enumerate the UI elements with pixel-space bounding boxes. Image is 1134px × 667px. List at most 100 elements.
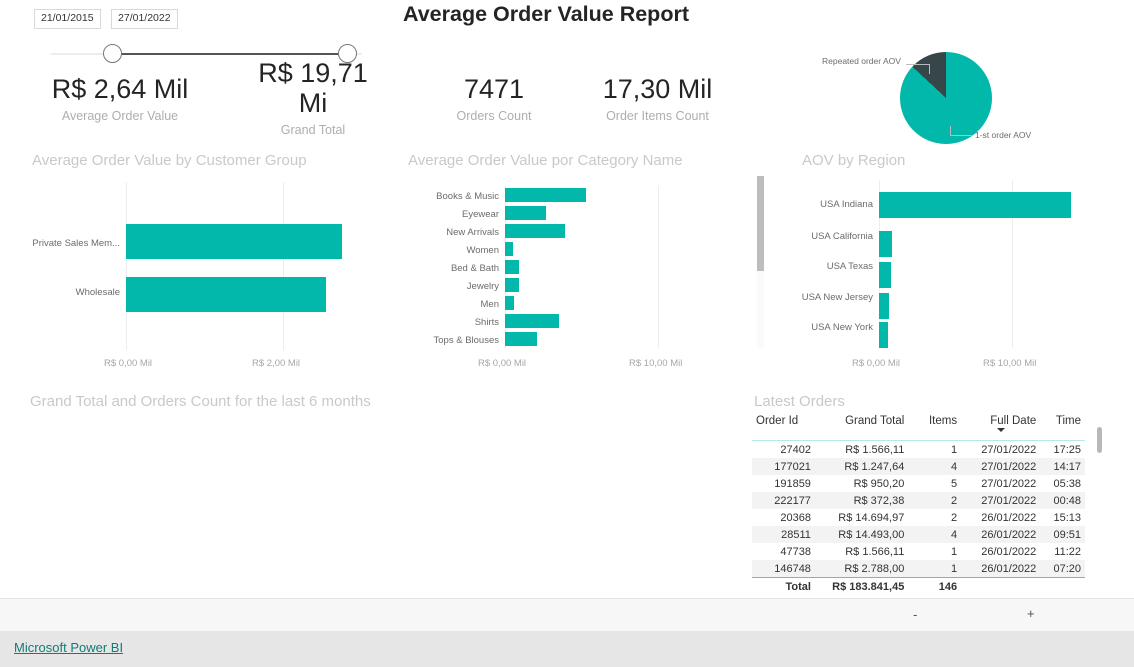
category-label-women: Women — [466, 245, 499, 256]
category-label-usa-texas: USA Texas — [826, 261, 873, 272]
axis-tick-category-0: R$ 0,00 Mil — [478, 358, 527, 369]
bar-eyewear[interactable] — [505, 206, 546, 220]
cell-order-id: 146748 — [774, 562, 811, 575]
table-title-latest-orders: Latest Orders — [754, 393, 845, 410]
chart-aov-by-customer-group[interactable]: Average Order Value by Customer Group — [32, 152, 392, 169]
kpi-card-average-order-value: R$ 2,64 Mil Average Order Value — [36, 74, 204, 123]
zoom-out-button[interactable]: - — [913, 607, 917, 622]
page-title: Average Order Value Report — [403, 2, 689, 26]
cell-full-date: 27/01/2022 — [981, 494, 1037, 507]
kpi-card-grand-total: R$ 19,71 Mi Grand Total — [258, 58, 368, 137]
column-header-time[interactable]: Time — [1040, 413, 1085, 441]
kpi-label: Order Items Count — [606, 109, 709, 124]
chart-aov-by-region[interactable]: AOV by Region — [802, 152, 1052, 169]
table-row[interactable]: 222177 R$ 372,38 2 27/01/2022 00:48 — [752, 492, 1085, 509]
slider-handle-start[interactable] — [103, 43, 122, 63]
category-label-jewelry: Jewelry — [466, 281, 499, 292]
category-label-wholesale: Wholesale — [75, 287, 120, 298]
table-row[interactable]: 20368 R$ 14.694,97 2 26/01/2022 15:13 — [752, 509, 1085, 526]
chart-plot-region — [879, 180, 1079, 348]
cell-full-date: 26/01/2022 — [981, 562, 1037, 575]
axis-tick-customer-group-1: R$ 2,00 Mil — [252, 358, 301, 369]
gridline-1 — [283, 182, 284, 350]
category-label-usa-california: USA California — [811, 231, 873, 242]
cell-items: 5 — [950, 477, 958, 490]
cell-time: 15:13 — [1053, 511, 1081, 524]
table-row[interactable]: 27402 R$ 1.566,11 1 27/01/2022 17:25 — [752, 441, 1085, 459]
table-row[interactable]: 191859 R$ 950,20 5 27/01/2022 05:38 — [752, 475, 1085, 492]
pie-leader-line-repeated — [906, 64, 930, 65]
cell-time: 14:17 — [1053, 460, 1081, 473]
category-label-private-sales-members: Private Sales Mem... — [32, 238, 120, 249]
cell-grand-total: R$ 1.247,64 — [844, 460, 905, 473]
total-items: 146 — [908, 577, 962, 596]
cell-time: 17:25 — [1053, 443, 1081, 456]
table-scrollbar[interactable] — [1097, 427, 1102, 577]
total-time — [1040, 577, 1085, 596]
latest-orders-table[interactable]: Order Id Grand Total Items Full Date Tim… — [752, 413, 1102, 596]
table-row[interactable]: 146748 R$ 2.788,00 1 26/01/2022 07:20 — [752, 560, 1085, 578]
bar-usa-texas[interactable] — [879, 262, 891, 288]
column-header-order-id[interactable]: Order Id — [752, 413, 815, 441]
microsoft-power-bi-link[interactable]: Microsoft Power BI — [14, 640, 123, 655]
bar-usa-california[interactable] — [879, 231, 892, 257]
bar-usa-new-jersey[interactable] — [879, 293, 889, 319]
cell-order-id: 222177 — [774, 494, 811, 507]
cell-grand-total: R$ 950,20 — [853, 477, 905, 490]
cell-grand-total: R$ 14.694,97 — [838, 511, 905, 524]
axis-tick-region-1: R$ 10,00 Mil — [983, 358, 1037, 369]
slicer-end-date-input[interactable]: 27/01/2022 — [111, 9, 178, 29]
date-range-slicer[interactable]: 21/01/2015 27/01/2022 — [34, 8, 364, 63]
bar-jewelry[interactable] — [505, 278, 519, 292]
table-row[interactable]: 47738 R$ 1.566,11 1 26/01/2022 11:22 — [752, 543, 1085, 560]
table-scrollbar-thumb[interactable] — [1097, 427, 1102, 453]
column-header-items[interactable]: Items — [908, 413, 962, 441]
pie-leader-line-first — [950, 135, 973, 136]
cell-items: 4 — [950, 460, 958, 473]
chart-plot-customer-group — [126, 182, 374, 350]
chart-title-grand-total-orders-count: Grand Total and Orders Count for the las… — [30, 393, 371, 410]
axis-tick-customer-group-0: R$ 0,00 Mil — [104, 358, 153, 369]
cell-grand-total: R$ 1.566,11 — [845, 443, 905, 456]
bar-wholesale[interactable] — [126, 277, 326, 312]
bar-books-and-music[interactable] — [505, 188, 586, 202]
table-row[interactable]: 28511 R$ 14.493,00 4 26/01/2022 09:51 — [752, 526, 1085, 543]
bar-women[interactable] — [505, 242, 513, 256]
bar-shirts[interactable] — [505, 314, 559, 328]
column-header-full-date[interactable]: Full Date — [961, 413, 1041, 441]
bar-usa-indiana[interactable] — [879, 192, 1071, 218]
status-bar: - + 84% — [0, 598, 1134, 631]
zoom-in-button[interactable]: + — [1027, 606, 1035, 621]
cell-full-date: 26/01/2022 — [981, 545, 1037, 558]
bar-men[interactable] — [505, 296, 514, 310]
kpi-value: R$ 19,71 Mi — [258, 58, 368, 119]
cell-full-date: 27/01/2022 — [981, 443, 1037, 456]
bar-tops-and-blouses[interactable] — [505, 332, 537, 346]
slicer-start-date-input[interactable]: 21/01/2015 — [34, 9, 101, 29]
total-full-date — [961, 577, 1041, 596]
bar-new-arrivals[interactable] — [505, 224, 565, 238]
bar-usa-new-york[interactable] — [879, 322, 888, 348]
table-row[interactable]: 177021 R$ 1.247,64 4 27/01/2022 14:17 — [752, 458, 1085, 475]
footer-bar: Microsoft Power BI — [0, 631, 1134, 667]
category-label-men: Men — [480, 299, 499, 310]
chart-aov-by-category-name[interactable]: Average Order Value por Category Name — [408, 152, 738, 169]
category-label-eyewear: Eyewear — [462, 209, 499, 220]
cell-order-id: 20368 — [780, 511, 811, 524]
column-header-grand-total[interactable]: Grand Total — [814, 413, 909, 441]
cell-order-id: 27402 — [780, 443, 811, 456]
region-scrollbar-thumb[interactable] — [757, 176, 764, 271]
cell-items: 1 — [950, 562, 958, 575]
axis-tick-category-1: R$ 10,00 Mil — [629, 358, 683, 369]
kpi-card-order-items-count: 17,30 Mil Order Items Count — [585, 74, 730, 123]
kpi-label: Grand Total — [280, 123, 346, 138]
sort-descending-icon — [996, 428, 1005, 432]
category-label-shirts: Shirts — [474, 317, 499, 328]
pie-chart-aov-order-type[interactable]: Repeated order AOV 1-st order AOV — [790, 42, 1134, 157]
bar-bed-and-bath[interactable] — [505, 260, 519, 274]
bar-private-sales-members[interactable] — [126, 224, 342, 259]
cell-grand-total: R$ 2.788,00 — [844, 562, 905, 575]
gridline-0 — [126, 182, 127, 350]
region-chart-scrollbar[interactable] — [757, 176, 764, 348]
slider-track-active — [114, 52, 343, 55]
